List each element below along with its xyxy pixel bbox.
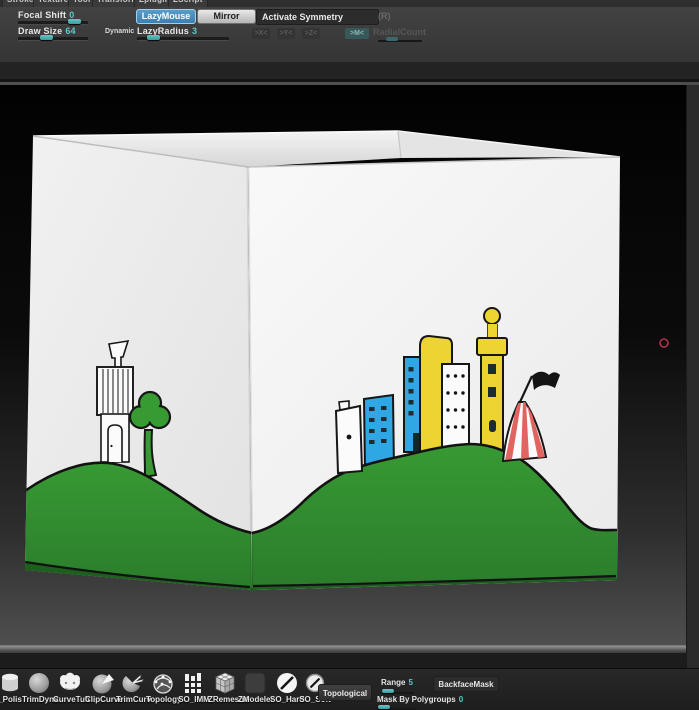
zmodeler-square-brush-icon: [244, 672, 266, 694]
lazy-radius-label: LazyRadius: [137, 26, 190, 36]
brush-label: TrimDyna: [22, 695, 59, 704]
brush-shelf: _Polis TrimDyna CurveTub ClipCurve TrimC…: [0, 668, 699, 710]
lazy-radius-slider[interactable]: LazyRadius 3: [137, 26, 197, 36]
toolbar-canvas-gap: [0, 62, 699, 79]
brush-curvetub[interactable]: CurveTub: [53, 672, 90, 710]
brush-label: ZRemeshe: [208, 695, 249, 704]
activate-symmetry-button[interactable]: Activate Symmetry: [256, 9, 379, 25]
brush-label: TrimCurv: [116, 695, 152, 704]
remesh-cube-brush-icon: [215, 672, 235, 694]
focal-shift-knob[interactable]: [68, 19, 81, 24]
canvas-right-margin: [686, 85, 699, 668]
symmetry-z-button[interactable]: >Z<: [302, 28, 320, 39]
dynamic-toggle[interactable]: Dynamic: [105, 28, 134, 35]
backface-mask-button[interactable]: BackfaceMask: [433, 676, 499, 692]
brush-topology[interactable]: Topology: [146, 672, 182, 710]
brush-clipcurve[interactable]: ClipCurve: [85, 672, 123, 710]
draw-size-track[interactable]: [18, 37, 88, 41]
menubar: Stroke Texture Tool Transform Zplugin ZS…: [0, 0, 699, 7]
lazy-radius-knob[interactable]: [147, 35, 160, 40]
canvas-bottom-scroll-bar[interactable]: [0, 645, 686, 653]
brush-label: ZModeler: [238, 695, 274, 704]
top-toolbar: Focal Shift 0 LazyMouse Mirror Activate S…: [0, 7, 699, 62]
cylinder-primitive-icon: [2, 673, 18, 692]
sphere-brush-icon: [29, 673, 49, 693]
canvas-bottom-gap: [0, 653, 686, 668]
range-label: Range: [381, 678, 406, 687]
small-white-building-drawing: [334, 400, 364, 475]
sculpt-model-box[interactable]: [25, 130, 621, 591]
document-canvas[interactable]: [0, 85, 686, 645]
brush-zremeshe[interactable]: ZRemeshe: [208, 672, 249, 710]
topological-button[interactable]: Topological: [318, 684, 372, 701]
dotted-building-drawing: [441, 363, 470, 451]
brush-label: CurveTub: [53, 695, 90, 704]
brush-label: ClipCurve: [85, 695, 123, 704]
mask-by-polygroups-slider[interactable]: Mask By Polygroups 0: [377, 695, 463, 704]
mask-by-polygroups-value: 0: [458, 695, 464, 704]
mirror-button[interactable]: Mirror: [197, 9, 256, 24]
range-slider[interactable]: Range 5: [381, 678, 413, 687]
symmetry-x-button[interactable]: >X<: [252, 28, 270, 39]
mask-by-polygroups-label: Mask By Polygroups: [377, 695, 456, 704]
brush-zmodeler[interactable]: ZModeler: [238, 672, 274, 710]
lazy-radius-value: 3: [192, 26, 198, 36]
brush-label: SO_IMM: [178, 695, 210, 704]
lazymouse-button[interactable]: LazyMouse: [136, 9, 196, 24]
focal-shift-slider[interactable]: Focal Shift 0: [18, 10, 74, 20]
hard-stroke-brush-icon: [277, 673, 297, 693]
symmetry-m-button[interactable]: >M<: [345, 28, 369, 39]
menu-zscript[interactable]: ZScript: [168, 0, 208, 7]
clipped-sphere-brush-icon: [92, 674, 114, 694]
symmetry-hotkey-hint: (R): [378, 11, 391, 21]
radial-count-knob[interactable]: [386, 37, 398, 41]
radial-count-slider[interactable]: RadialCount: [373, 27, 426, 37]
blob-creature-brush-icon: [60, 672, 80, 690]
draw-size-value: 64: [65, 26, 76, 36]
brush-trimdyna[interactable]: TrimDyna: [22, 672, 59, 710]
topology-sphere-brush-icon: [153, 674, 173, 694]
focal-shift-label: Focal Shift: [18, 10, 67, 20]
trim-curve-brush-icon: [122, 674, 146, 693]
radial-count-track[interactable]: [378, 40, 422, 42]
range-value: 5: [408, 678, 413, 687]
draw-size-knob[interactable]: [40, 35, 53, 40]
brush-trimcurv[interactable]: TrimCurv: [116, 672, 152, 710]
symmetry-y-button[interactable]: >Y<: [277, 28, 295, 39]
range-knob[interactable]: [382, 689, 394, 693]
mask-by-polygroups-knob[interactable]: [378, 705, 390, 709]
imm-blocks-brush-icon: [185, 673, 201, 693]
brush-label: Topology: [146, 695, 182, 704]
brush-so-imm[interactable]: SO_IMM: [177, 672, 211, 710]
